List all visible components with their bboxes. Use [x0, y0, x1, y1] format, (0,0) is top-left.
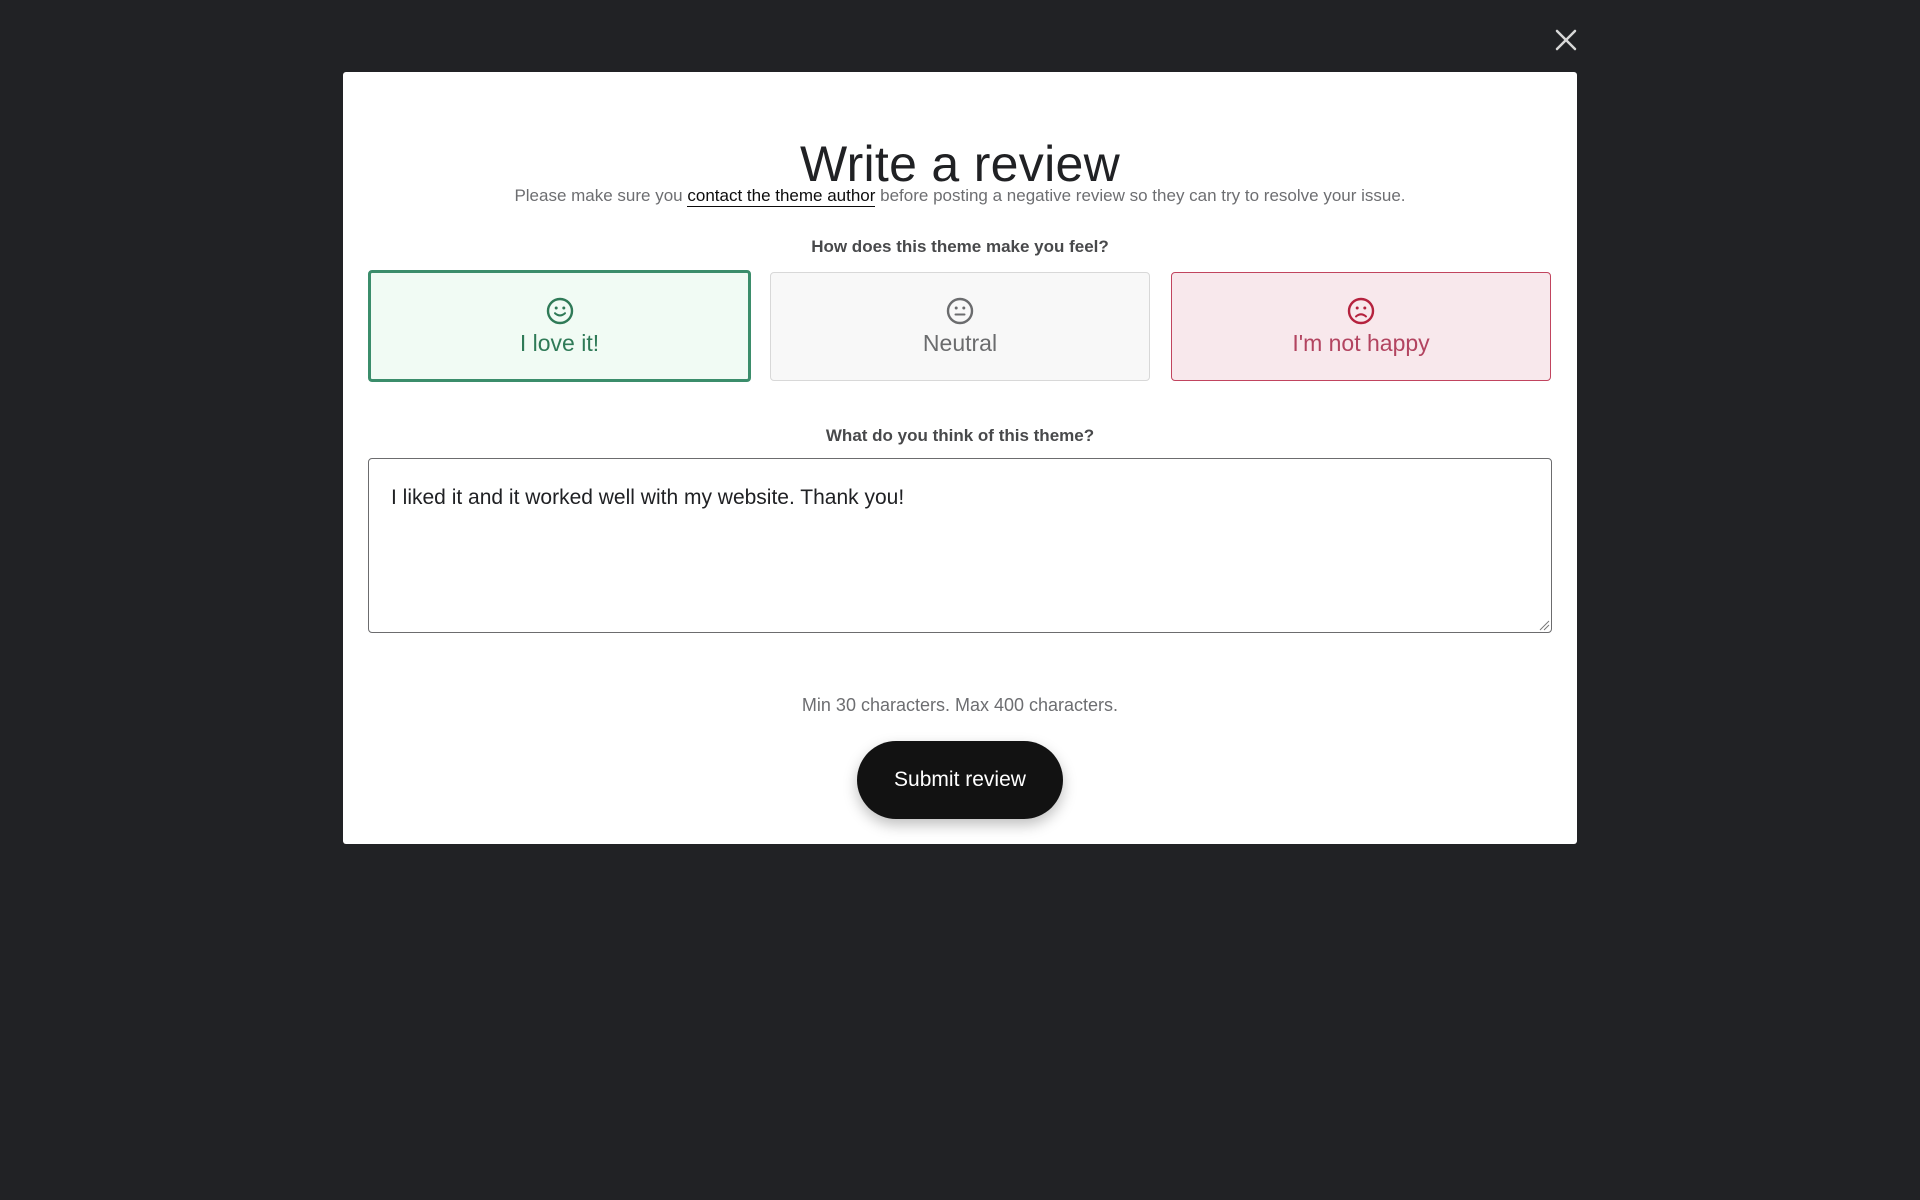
frown-icon	[1347, 297, 1375, 325]
close-button[interactable]	[1548, 22, 1584, 58]
option-neutral[interactable]: Neutral	[770, 272, 1150, 381]
review-textarea[interactable]: I liked it and it worked well with my we…	[368, 458, 1552, 633]
review-modal: Write a review Please make sure you cont…	[343, 72, 1577, 844]
sentiment-options: I love it! Neutral I'm not happy	[368, 270, 1552, 382]
character-limit-hint: Min 30 characters. Max 400 characters.	[801, 695, 1119, 715]
submit-review-button[interactable]: Submit review	[857, 741, 1063, 819]
option-neutral-label: Neutral	[922, 330, 998, 356]
smile-icon	[546, 297, 574, 325]
review-notice: Please make sure you contact the theme a…	[343, 184, 1577, 208]
resize-grip-icon[interactable]	[1538, 619, 1550, 631]
option-not-happy[interactable]: I'm not happy	[1171, 272, 1551, 381]
option-not-happy-label: I'm not happy	[1292, 330, 1430, 356]
feel-question: How does this theme make you feel?	[811, 237, 1109, 256]
notice-text-before: Please make sure you	[514, 186, 688, 205]
notice-text-after: before posting a negative review so they…	[875, 186, 1406, 205]
option-love-it-label: I love it!	[519, 330, 600, 356]
neutral-face-icon	[946, 297, 974, 325]
option-love-it[interactable]: I love it!	[368, 270, 751, 382]
think-question: What do you think of this theme?	[825, 426, 1095, 445]
close-icon	[1555, 29, 1577, 51]
contact-author-link[interactable]: contact the theme author	[687, 186, 876, 207]
